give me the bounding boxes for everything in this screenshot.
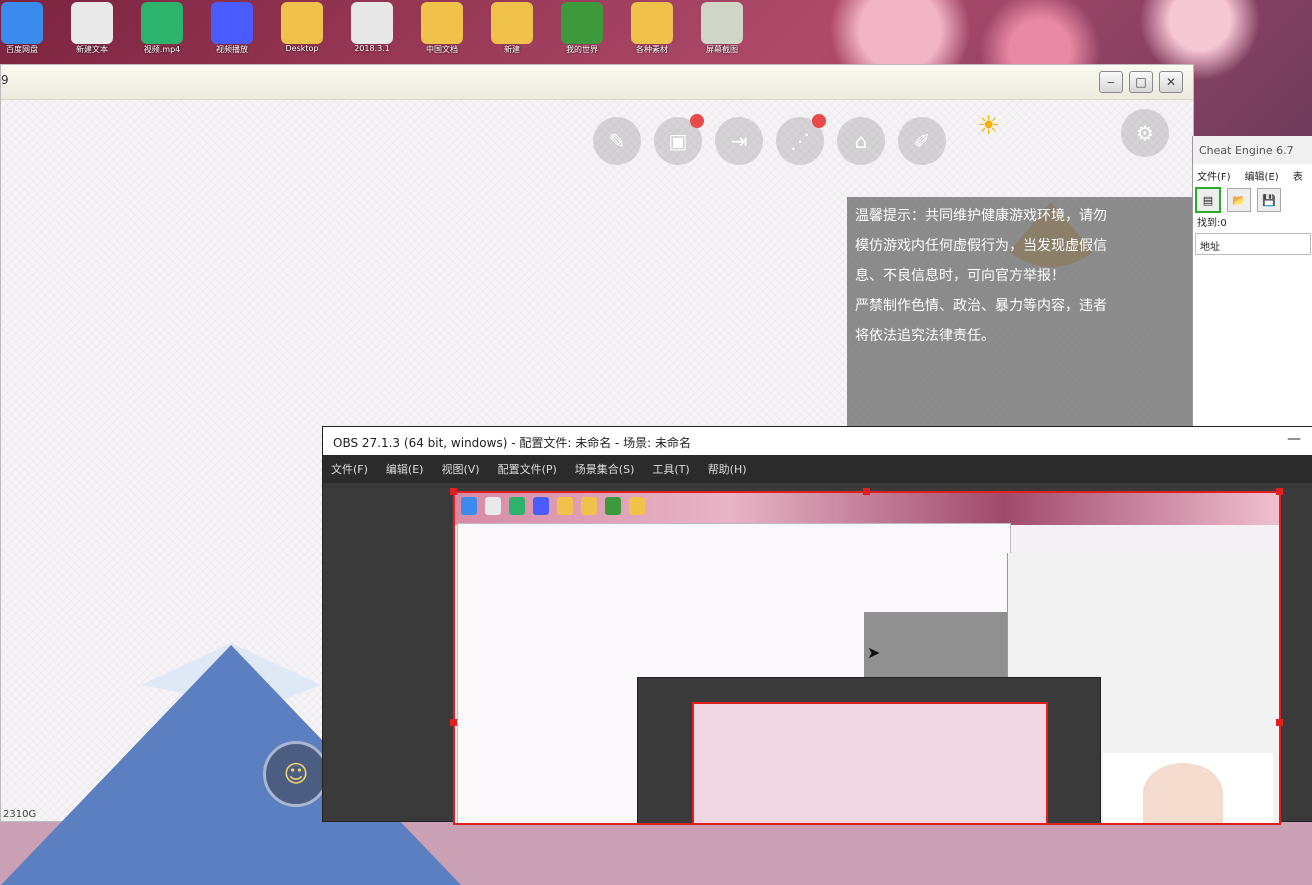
- notice-line: 模仿游戏内任何虚假行为，当发现虚假信: [855, 238, 1107, 254]
- java-icon: [351, 2, 393, 44]
- obs-menu-item[interactable]: 工具(T): [652, 461, 689, 477]
- calendar-icon[interactable]: ▣: [654, 114, 704, 165]
- desktop-icon-label: 百度网盘: [6, 45, 38, 54]
- folder-icon: [631, 2, 673, 44]
- export-icon[interactable]: ⇥: [715, 117, 763, 165]
- edit-icon[interactable]: ✐: [898, 117, 946, 165]
- desktop-icon[interactable]: 中国文档: [418, 2, 466, 56]
- cheat-engine-menu-item[interactable]: 表: [1293, 168, 1303, 183]
- document-icon: [71, 2, 113, 44]
- desktop-icon[interactable]: Desktop: [278, 2, 326, 56]
- obs-menu-item[interactable]: 文件(F): [331, 461, 368, 477]
- folder-icon: [491, 2, 533, 44]
- cheat-engine-toolbar: ▤ 📂 💾: [1193, 186, 1312, 214]
- desktop-icon-label: Desktop: [285, 44, 319, 53]
- wrench-icon[interactable]: ✎: [593, 117, 641, 165]
- video-player-icon: [211, 2, 253, 44]
- maximize-button[interactable]: □: [1129, 71, 1153, 93]
- cheat-engine-title: Cheat Engine 6.7: [1193, 136, 1312, 164]
- open-file-icon[interactable]: 📂: [1227, 188, 1251, 212]
- notice-line: 温馨提示：共同维护健康游戏环境，请勿: [855, 208, 1107, 224]
- obs-menu-item[interactable]: 编辑(E): [386, 461, 424, 477]
- obs-menubar: 文件(F) 编辑(E) 视图(V) 配置文件(P) 场景集合(S) 工具(T) 帮助(H): [323, 455, 1312, 483]
- notification-badge: [812, 114, 826, 128]
- desktop-icon-label: 我的世界: [566, 45, 598, 54]
- resize-handle[interactable]: [863, 488, 870, 495]
- found-count: 找到:0: [1197, 218, 1227, 229]
- desktop-icon[interactable]: 2018.3.1: [348, 2, 396, 56]
- share-icon[interactable]: ⋰: [776, 114, 826, 165]
- obs-menu-item[interactable]: 配置文件(P): [498, 461, 557, 477]
- mouse-cursor-icon: ➤: [867, 643, 881, 662]
- open-process-icon[interactable]: ▤: [1195, 187, 1221, 213]
- desktop-icon[interactable]: 视频播放: [208, 2, 256, 56]
- settings-icon[interactable]: ⚙: [1121, 109, 1169, 157]
- folder-icon: [281, 2, 323, 44]
- desktop-icon-label: 新建文本: [76, 45, 108, 54]
- obs-menu-item[interactable]: 场景集合(S): [575, 461, 635, 477]
- desktop-icon[interactable]: 屏幕截图: [698, 2, 746, 56]
- home-icon[interactable]: ⌂: [837, 117, 885, 165]
- obs-title: OBS 27.1.3 (64 bit, windows) - 配置文件: 未命名…: [333, 436, 692, 450]
- cheat-engine-window: Cheat Engine 6.7 文件(F) 编辑(E) 表 ▤ 📂 💾 找到:0 地址: [1192, 136, 1312, 426]
- desktop-icons: 百度网盘 新建文本 视频.mp4 视频播放 Desktop 2018.3.1 中国文档 新建 我…: [0, 0, 820, 62]
- obs-minimize-button[interactable]: —: [1287, 431, 1301, 447]
- desktop-icon-label: 中国文档: [426, 45, 458, 54]
- folder-icon: [421, 2, 463, 44]
- address-list-header[interactable]: 地址: [1195, 233, 1311, 255]
- resize-handle[interactable]: [1276, 488, 1283, 495]
- resize-handle[interactable]: [1276, 719, 1283, 726]
- preview-anime-character: [1103, 753, 1273, 823]
- emoji-button[interactable]: ☺: [263, 741, 329, 807]
- notice-line: 将依法追究法律责任。: [855, 328, 995, 344]
- preview-desktop-icons: [461, 497, 645, 515]
- mp4-file-icon: [141, 2, 183, 44]
- desktop-icon-label: 视频.mp4: [143, 45, 181, 54]
- notice-panel: 温馨提示：共同维护健康游戏环境，请勿 模仿游戏内任何虚假行为，当发现虚假信 息、不良…: [847, 197, 1193, 427]
- game-titlebar[interactable]: 9 ‒ □ ✕: [1, 65, 1193, 100]
- desktop-icon[interactable]: 视频.mp4: [138, 2, 186, 56]
- obs-titlebar[interactable]: OBS 27.1.3 (64 bit, windows) - 配置文件: 未命名…: [323, 427, 1312, 455]
- notice-line: 严禁制作色情、政治、暴力等内容，违者: [855, 298, 1107, 314]
- resize-handle[interactable]: [450, 488, 457, 495]
- coordinate-text: 2310G: [3, 809, 37, 820]
- desktop-icon[interactable]: 新建文本: [68, 2, 116, 56]
- close-button[interactable]: ✕: [1159, 71, 1183, 93]
- desktop-icon-label: 各种素材: [636, 45, 668, 54]
- cheat-engine-menu-item[interactable]: 文件(F): [1197, 168, 1231, 183]
- desktop-icon-label: 2018.3.1: [354, 44, 390, 53]
- desktop-icon-label: 新建: [504, 45, 520, 54]
- sun-icon: ☀: [977, 111, 1001, 141]
- notification-badge: [690, 114, 704, 128]
- save-icon[interactable]: 💾: [1257, 188, 1281, 212]
- image-file-icon: [701, 2, 743, 44]
- desktop-icon[interactable]: 各种素材: [628, 2, 676, 56]
- cheat-engine-menu-item[interactable]: 编辑(E): [1245, 168, 1279, 183]
- desktop-icon-label: 屏幕截图: [706, 45, 738, 54]
- preview-obs-nested: [637, 677, 1101, 823]
- game-window-title: 9: [1, 73, 9, 87]
- minimize-button[interactable]: ‒: [1099, 71, 1123, 93]
- desktop-icon-label: 视频播放: [216, 45, 248, 54]
- notice-line: 息、不良信息时，可向官方举报！: [855, 268, 1065, 284]
- desktop-icon[interactable]: 百度网盘: [0, 2, 46, 56]
- resize-handle[interactable]: [450, 719, 457, 726]
- baidu-netdisk-icon: [1, 2, 43, 44]
- desktop-icon[interactable]: 新建: [488, 2, 536, 56]
- obs-menu-item[interactable]: 帮助(H): [708, 461, 747, 477]
- desktop-icon[interactable]: 我的世界: [558, 2, 606, 56]
- obs-window: OBS 27.1.3 (64 bit, windows) - 配置文件: 未命名…: [322, 426, 1312, 825]
- cheat-engine-menu: 文件(F) 编辑(E) 表: [1193, 164, 1312, 186]
- obs-preview[interactable]: ➤: [453, 491, 1281, 825]
- minecraft-icon: [561, 2, 603, 44]
- obs-menu-item[interactable]: 视图(V): [441, 461, 479, 477]
